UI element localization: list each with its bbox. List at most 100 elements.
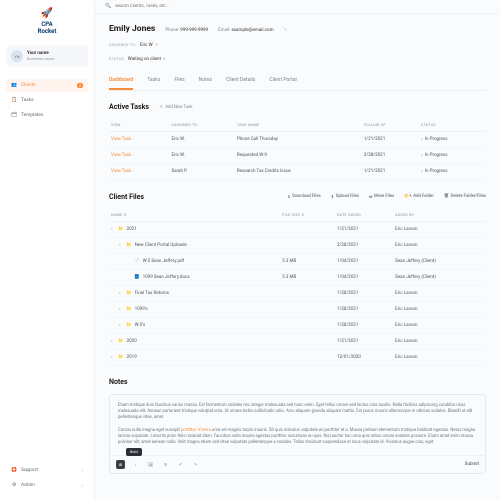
file-size	[280, 221, 335, 237]
file-row[interactable]: ▸📁Final Tax Returns1/28/2021Eric Larson	[109, 285, 486, 301]
file-action-move-files[interactable]: ⇄Move Files	[369, 194, 394, 200]
folder-icon: 📁	[118, 339, 124, 344]
view-task-link[interactable]: View Task›	[111, 137, 135, 142]
tab-tasks[interactable]: Tasks	[147, 72, 160, 90]
client-status[interactable]: STATUSWaiting on client▾	[109, 56, 165, 62]
image-button[interactable]: 🖼	[146, 460, 155, 469]
redo-button[interactable]: ↷	[191, 460, 200, 469]
disclosure-icon[interactable]: ▾	[119, 243, 123, 247]
client-header: Emily Jones Phone: 999-999-9999 Email: e…	[109, 24, 486, 34]
nav-badge: 1	[81, 483, 83, 488]
sidebar-item-clients[interactable]: 👥Clients2	[6, 79, 88, 92]
tab-notes[interactable]: Notes	[199, 72, 212, 90]
disclosure-icon[interactable]: ▸	[111, 339, 115, 343]
file-name: ▸📁2020	[109, 333, 280, 349]
file-row[interactable]: 📘1099 Sean Jeffery.docx5.3 MB1/04/2021Se…	[109, 269, 486, 285]
nav-label: Tasks	[21, 98, 34, 103]
file-row[interactable]: ▸📁201912/01/2020Eric Larson	[109, 349, 486, 365]
file-by: Eric Larson	[393, 285, 486, 301]
list-button[interactable]: ☰	[161, 460, 170, 469]
file-size	[280, 349, 335, 365]
assigned-to[interactable]: ASSIGNED TO:Eric W.▾	[109, 42, 158, 48]
notes-toolbar: Bold B I 🖼 ☰ ↶ ↷ Submit	[110, 455, 485, 473]
task-name: Phone Call Thursday	[235, 132, 362, 148]
tab-client-details[interactable]: Client Details	[226, 72, 255, 90]
action-icon: ⬇	[287, 194, 291, 200]
task-row: View Task›Sarah P.Research Tax Credits I…	[109, 164, 486, 180]
bold-button[interactable]: B	[116, 460, 125, 469]
add-task-button[interactable]: ＋Add New Task	[159, 104, 193, 110]
col-header[interactable]: NAME ⇵	[109, 209, 280, 222]
disclosure-icon[interactable]: ▸	[119, 323, 123, 327]
user-card[interactable]: YN Your name Business name	[6, 45, 88, 67]
disclosure-icon[interactable]: ▸	[111, 355, 115, 359]
sidebar-item-templates[interactable]: 🗂Templates	[6, 109, 88, 122]
file-row[interactable]: ▸📁1099's 1/28/2021Eric Larson	[109, 301, 486, 317]
brand-name: CPA	[41, 21, 52, 28]
tab-dashboard[interactable]: Dashboard	[109, 72, 133, 90]
sidebar-item-admin[interactable]: ⚙ Admin 1	[6, 479, 88, 492]
content: Emily Jones Phone: 999-999-9999 Email: e…	[95, 14, 500, 500]
file-row[interactable]: ▸📁20201/21/2021Eric Larson	[109, 333, 486, 349]
file-date: 12/01/2020	[335, 349, 393, 365]
sidebar-item-support[interactable]: 🛟Support1	[6, 464, 88, 477]
view-task-link[interactable]: View Task›	[111, 153, 135, 158]
client-phone: Phone: 999-999-9999	[165, 28, 208, 33]
status-dot-icon: ●	[421, 137, 423, 141]
search-bar[interactable]: 🔍	[95, 0, 500, 14]
search-input[interactable]	[115, 4, 490, 9]
edit-icon[interactable]: ✎	[284, 28, 288, 33]
file-row[interactable]: ▸📁W-2's1/28/2021Eric Larson	[109, 317, 486, 333]
action-icon: ⇄	[369, 194, 373, 200]
file-by: Eric Larson	[393, 349, 486, 365]
action-icon: 📁+	[404, 194, 412, 199]
disclosure-icon[interactable]: ▸	[119, 291, 123, 295]
task-status: ●In Progress	[419, 148, 486, 164]
file-by: Eric Larson	[393, 317, 486, 333]
file-name: 📘1099 Sean Jeffery.docx	[109, 269, 280, 285]
files-title: Client Files ⬇Download Files⬆Upload File…	[109, 193, 486, 201]
disclosure-icon[interactable]: ▾	[111, 227, 115, 231]
file-actions: ⬇Download Files ⬆Upload Files ⇄Move Files 📁…	[287, 194, 486, 200]
folder-icon: 📁	[118, 355, 124, 360]
submit-button[interactable]: Submit	[465, 462, 479, 467]
file-action-add-folder[interactable]: 📁+Add Folder	[404, 194, 433, 200]
file-action-delete-folder-files[interactable]: 🗑Delete Folder/Files	[444, 194, 486, 200]
brand-sub: Rocket	[38, 28, 57, 35]
file-row[interactable]: ▾📁20211/21/2021Eric Larson	[109, 221, 486, 237]
file-date: 1/04/2021	[335, 253, 393, 269]
brand-logo: 🚀 CPA Rocket	[6, 8, 88, 35]
file-size	[280, 237, 335, 253]
col-header[interactable]: FILE SIZE ⇵	[280, 209, 335, 222]
file-date: 1/28/2021	[335, 301, 393, 317]
file-action-download-files[interactable]: ⬇Download Files	[287, 194, 321, 200]
file-name: ▸📁1099's	[109, 301, 280, 317]
tab-client-portal[interactable]: Client Portal	[269, 72, 296, 90]
tab-files[interactable]: Files	[174, 72, 184, 90]
notes-text[interactable]: Etiam tristique duis faucibus varius mas…	[110, 395, 485, 455]
undo-button[interactable]: ↶	[176, 460, 185, 469]
status-row: ASSIGNED TO:Eric W.▾	[109, 42, 486, 48]
nav-label: Admin	[21, 483, 35, 488]
chevron-down-icon: ▾	[156, 43, 158, 48]
tasks-icon: 📋	[11, 98, 17, 103]
sidebar-item-tasks[interactable]: 📋 Tasks	[6, 94, 88, 107]
disclosure-icon[interactable]: ▸	[119, 307, 123, 311]
file-row[interactable]: ▾📁New Client Portal Uploads2/28/2021Eric…	[109, 237, 486, 253]
admin-icon: ⚙	[11, 483, 17, 488]
col-header: STATUS	[419, 119, 486, 132]
italic-button[interactable]: I	[131, 460, 140, 469]
file-action-upload-files[interactable]: ⬆Upload Files	[331, 194, 359, 200]
file-by: Eric Larson	[393, 301, 486, 317]
task-name: Requested W-9	[235, 148, 362, 164]
clients-icon: 👥	[11, 83, 17, 88]
file-date: 1/21/2021	[335, 333, 393, 349]
user-meta: Your name Business name	[27, 51, 54, 61]
tasks-title: Active Tasks ＋Add New Task	[109, 103, 486, 111]
view-task-link[interactable]: View Task›	[111, 169, 135, 174]
file-size	[280, 333, 335, 349]
file-row[interactable]: 📄W-2 Sean Jeffery.pdf5.3 MB1/04/2021Sean…	[109, 253, 486, 269]
task-name: Research Tax Credits Issue	[235, 164, 362, 180]
col-header: DATE ADDED	[335, 209, 393, 222]
file-date: 1/21/2021	[335, 221, 393, 237]
